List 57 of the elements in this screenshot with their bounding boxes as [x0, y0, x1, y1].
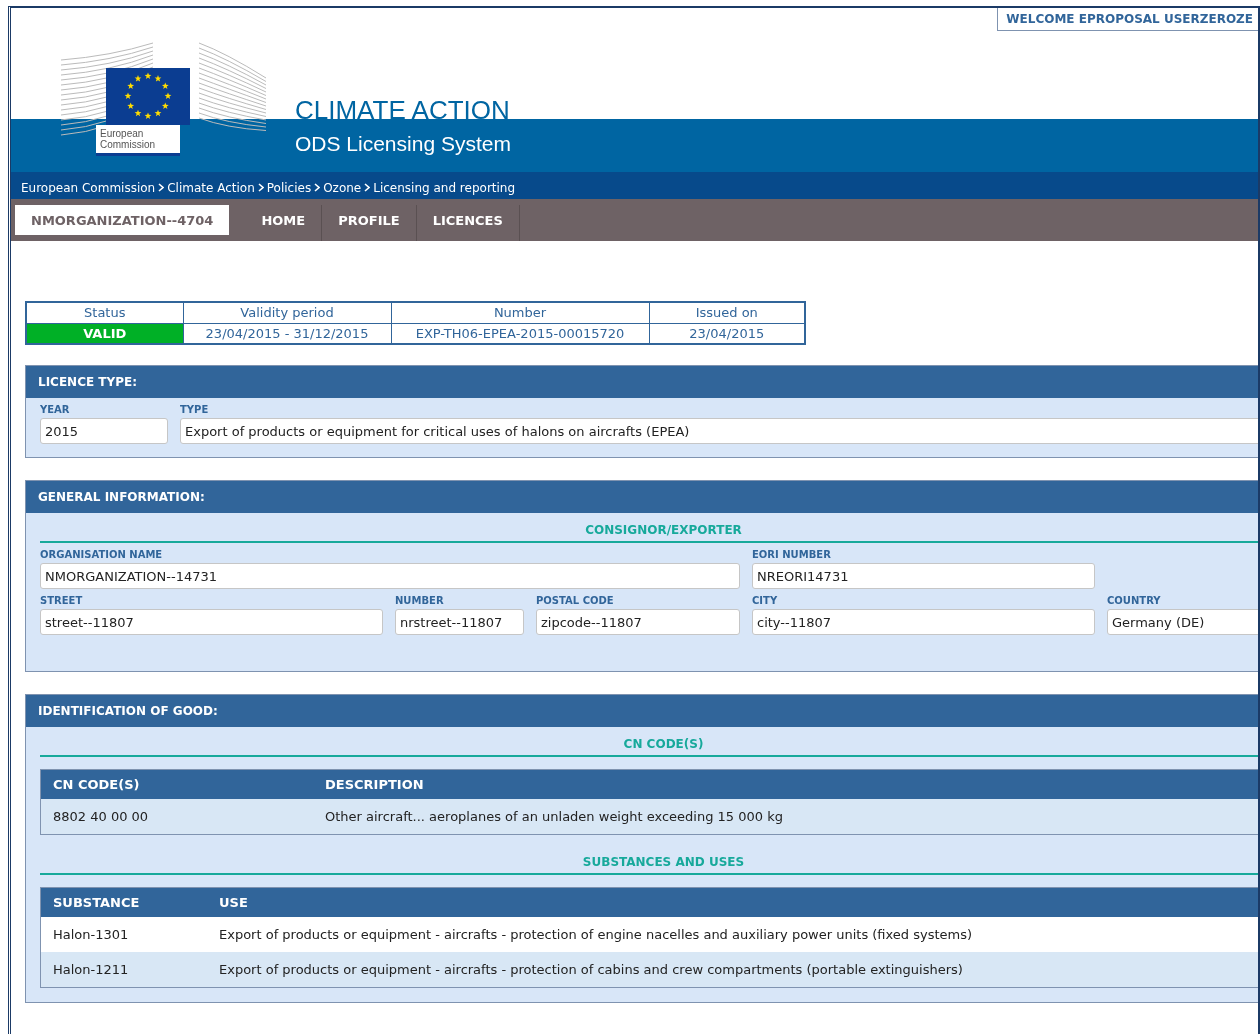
breadcrumb-link[interactable]: Licensing and reporting — [373, 179, 516, 199]
input-field[interactable]: Germany (DE) — [1107, 609, 1258, 635]
field-label: COUNTRY — [1107, 594, 1162, 608]
table-cell-text: 8802 40 00 00 — [52, 807, 150, 826]
input-field[interactable]: 2015 — [40, 418, 168, 444]
input-field[interactable]: street--11807 — [40, 609, 383, 635]
table-cell-text: Other aircraft... aeroplanes of an unladen weight exceeding 15 000 kg — [324, 807, 784, 826]
column-header: USE — [218, 893, 249, 912]
column-header: Number — [391, 302, 649, 323]
column-header: DESCRIPTION — [324, 775, 425, 794]
table-cell-text: Export of products or equipment - aircrafts - protection of cabins and crew compartments (portable extinguishers) — [218, 960, 964, 979]
chevron-icon — [314, 183, 321, 192]
star-circle-icon — [124, 72, 172, 119]
section-subtitle: CN CODE(S) — [40, 731, 1258, 757]
field-label: ORGANISATION NAME — [40, 548, 164, 562]
field-label: POSTAL CODE — [536, 594, 615, 608]
logo-text: Commission — [100, 139, 156, 150]
menu-link[interactable]: PROFILE — [322, 205, 417, 241]
input-field[interactable]: zipcode--11807 — [536, 609, 740, 635]
section-subtitle: SUBSTANCES AND USES — [40, 849, 1258, 875]
breadcrumb-link[interactable]: European Commission — [21, 179, 156, 199]
section-title: IDENTIFICATION OF GOOD: — [26, 695, 1258, 727]
chevron-icon — [257, 183, 264, 192]
field-label: STREET — [40, 594, 84, 608]
field-label: TYPE — [180, 403, 210, 417]
column-header: CN CODE(S) — [52, 775, 141, 794]
input-field[interactable]: nrstreet--11807 — [395, 609, 524, 635]
status-badge: VALID — [26, 323, 183, 344]
table-cell-text: Export of products or equipment - aircrafts - protection of engine nacelles and auxiliary power units (fixed systems) — [218, 925, 974, 944]
welcome-text: WELCOME EPROPOSAL USERZEROZE — [997, 8, 1258, 31]
table-cell-text: Halon-1211 — [52, 960, 130, 979]
breadcrumb-link[interactable]: Ozone — [323, 179, 362, 199]
section-title: LICENCE TYPE: — [26, 366, 1258, 398]
input-field[interactable]: city--11807 — [752, 609, 1095, 635]
field-label: NUMBER — [395, 594, 445, 608]
breadcrumb-link[interactable]: Climate Action — [167, 179, 255, 199]
field-label: EORI NUMBER — [752, 548, 832, 562]
breadcrumb-link[interactable]: Policies — [266, 179, 312, 199]
chevron-icon — [364, 183, 371, 192]
section-title: GENERAL INFORMATION: — [26, 481, 1258, 513]
input-field[interactable]: NREORI14731 — [752, 563, 1095, 589]
input-field[interactable]: Export of products or equipment for critical uses of halons on aircrafts (EPEA) — [180, 418, 1258, 444]
menu-link[interactable]: LICENCES — [416, 205, 520, 241]
column-header: Status — [26, 302, 183, 323]
field-label: CITY — [752, 594, 779, 608]
column-header: Validity period — [183, 302, 391, 323]
page-title: CLIMATE ACTION — [295, 94, 510, 127]
input-field[interactable]: NMORGANIZATION--14731 — [40, 563, 740, 589]
chevron-icon — [158, 183, 165, 192]
table-cell-text: Halon-1301 — [52, 925, 130, 944]
organization-name: NMORGANIZATION--4704 — [15, 205, 230, 235]
system-subtitle: ODS Licensing System — [295, 131, 511, 157]
logo-text: European — [100, 128, 144, 139]
field-label: YEAR — [40, 403, 71, 417]
menu-link[interactable]: HOME — [245, 205, 323, 241]
section-subtitle: CONSIGNOR/EXPORTER — [40, 517, 1258, 543]
column-header: SUBSTANCE — [52, 893, 141, 912]
